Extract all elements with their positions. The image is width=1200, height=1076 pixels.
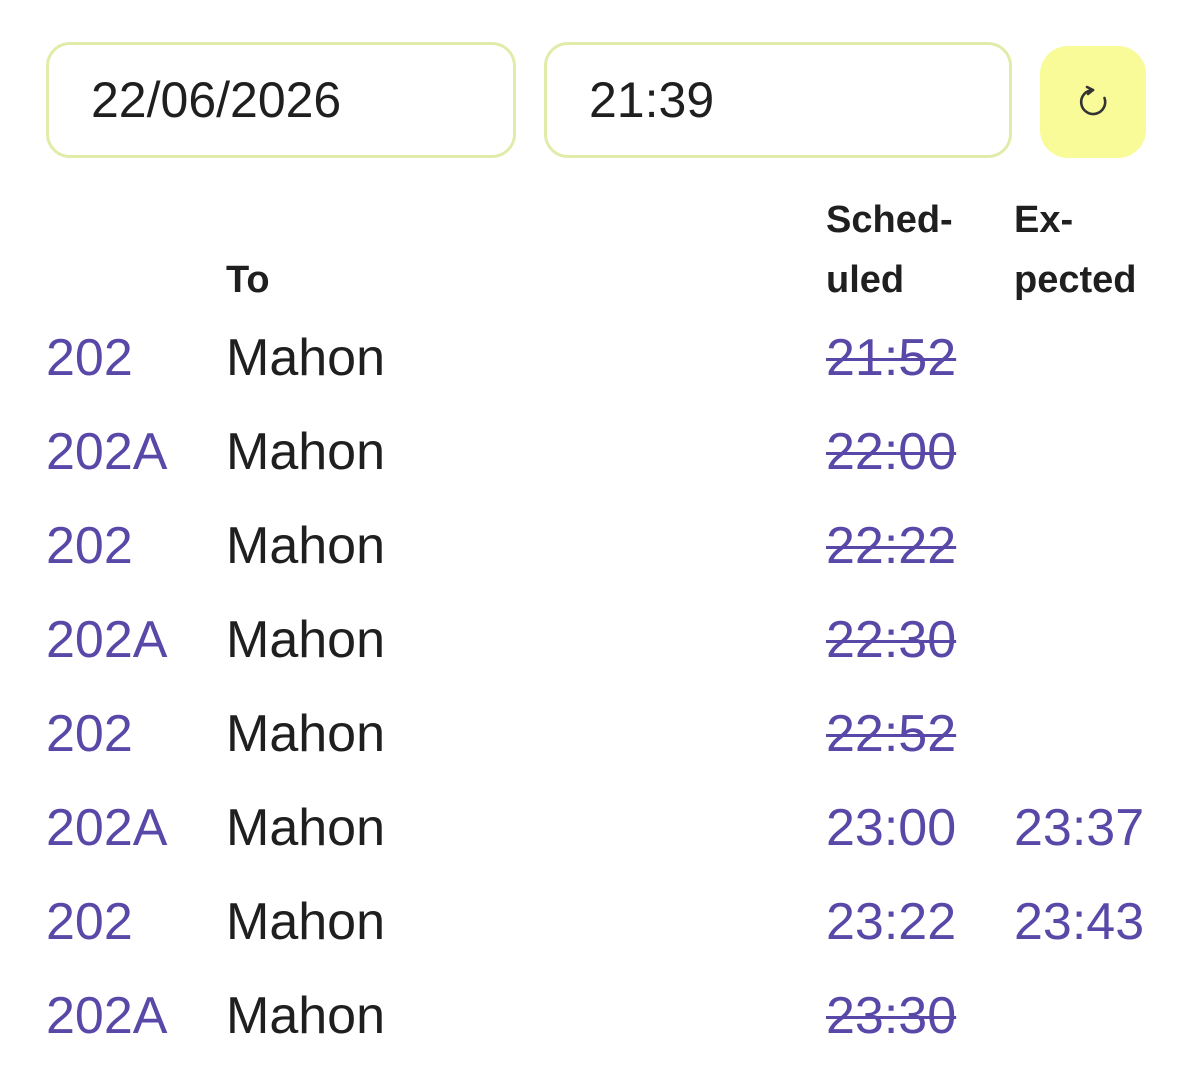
column-header-scheduled: Sched- uled xyxy=(826,190,953,310)
departure-row[interactable]: 202 Mahon 23:22 23:43 xyxy=(0,875,1200,969)
destination: Mahon xyxy=(226,517,385,575)
departure-row[interactable]: 202A Mahon 22:00 xyxy=(0,405,1200,499)
route-link[interactable]: 202 xyxy=(46,328,133,388)
scheduled-time: 22:00 xyxy=(826,423,957,481)
route-link[interactable]: 202A xyxy=(46,798,167,858)
column-header-to-label: To xyxy=(226,259,270,301)
time-input[interactable]: 21:39 xyxy=(544,42,1012,158)
route-link[interactable]: 202 xyxy=(46,704,133,764)
scheduled-time: 23:00 xyxy=(826,799,957,857)
refresh-icon xyxy=(1075,84,1111,120)
route-link[interactable]: 202A xyxy=(46,986,167,1046)
destination: Mahon xyxy=(226,423,385,481)
scheduled-time: 22:30 xyxy=(826,611,957,669)
departure-row[interactable]: 202A Mahon 23:00 23:37 xyxy=(0,781,1200,875)
departures-page: 22/06/2026 21:39 To Sched- uled Ex- pect… xyxy=(0,0,1200,1076)
destination: Mahon xyxy=(226,705,385,763)
departure-row[interactable]: 202A Mahon 22:30 xyxy=(0,593,1200,687)
column-header-scheduled-line2: uled xyxy=(826,259,905,301)
scheduled-time: 22:52 xyxy=(826,705,957,763)
destination: Mahon xyxy=(226,893,385,951)
column-header-expected-line2: pected xyxy=(1014,259,1137,301)
scheduled-time: 23:22 xyxy=(826,893,957,951)
route-link[interactable]: 202A xyxy=(46,422,167,482)
destination: Mahon xyxy=(226,329,385,387)
date-input-value: 22/06/2026 xyxy=(91,72,342,128)
refresh-button[interactable] xyxy=(1040,46,1146,158)
route-link[interactable]: 202 xyxy=(46,892,133,952)
column-header-to: To xyxy=(226,250,270,310)
scheduled-time: 22:22 xyxy=(826,517,957,575)
scheduled-time: 21:52 xyxy=(826,329,957,387)
column-header-expected: Ex- pected xyxy=(1014,190,1136,310)
column-header-expected-line1: Ex- xyxy=(1014,199,1074,241)
column-header-scheduled-line1: Sched- xyxy=(826,199,953,241)
departure-row[interactable]: 202A Mahon 23:30 xyxy=(0,969,1200,1063)
destination: Mahon xyxy=(226,611,385,669)
expected-time: 23:37 xyxy=(1014,799,1145,857)
scheduled-time: 23:30 xyxy=(826,987,957,1045)
date-input[interactable]: 22/06/2026 xyxy=(46,42,516,158)
departure-row[interactable]: 202 Mahon 22:22 xyxy=(0,499,1200,593)
expected-time: 23:43 xyxy=(1014,893,1145,951)
departure-row[interactable]: 202 Mahon 21:52 xyxy=(0,311,1200,405)
destination: Mahon xyxy=(226,987,385,1045)
departure-row[interactable]: 202 Mahon 22:52 xyxy=(0,687,1200,781)
departures-list: 202 Mahon 21:52 202A Mahon 22:00 202 Mah… xyxy=(0,311,1200,1063)
route-link[interactable]: 202A xyxy=(46,610,167,670)
time-input-value: 21:39 xyxy=(589,72,715,128)
route-link[interactable]: 202 xyxy=(46,516,133,576)
destination: Mahon xyxy=(226,799,385,857)
